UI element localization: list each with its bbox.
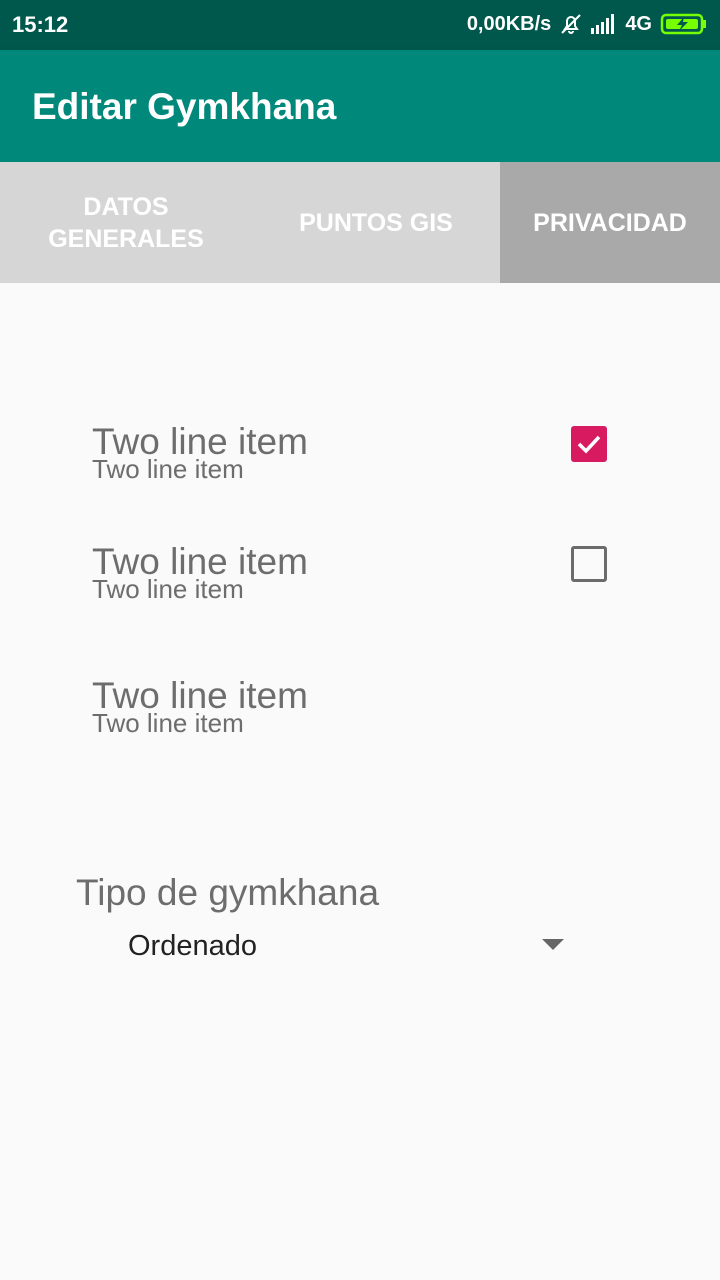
bell-off-icon (559, 12, 583, 36)
tab-datos-generales[interactable]: DATOS GENERALES (0, 162, 252, 283)
status-bar: 15:12 0,00KB/s 4G (0, 0, 720, 50)
tab-bar: DATOS GENERALES PUNTOS GIS PRIVACIDAD (0, 162, 720, 283)
tab-puntos-gis[interactable]: PUNTOS GIS (252, 162, 500, 283)
checkmark-icon (577, 435, 601, 454)
gymkhana-type-dropdown[interactable]: Ordenado (128, 926, 568, 966)
status-time: 15:12 (12, 12, 69, 37)
list-item[interactable]: Two line item Two line item (92, 542, 652, 604)
dropdown-selected-value: Ordenado (128, 930, 257, 962)
tab-label: PUNTOS GIS (299, 208, 453, 237)
tab-label: DATOS GENERALES (48, 192, 204, 253)
dropdown-arrow-icon (542, 939, 564, 950)
gymkhana-type-label: Tipo de gymkhana (76, 872, 380, 913)
page-title: Editar Gymkhana (32, 86, 337, 127)
tab-label: PRIVACIDAD (533, 208, 687, 237)
item-secondary-text: Two line item (92, 708, 244, 738)
privacy-checkbox-2[interactable] (571, 546, 607, 582)
network-speed: 0,00KB/s (466, 12, 552, 35)
battery-charging-icon (660, 13, 708, 35)
list-item[interactable]: Two line item Two line item (92, 676, 652, 738)
tab-privacidad[interactable]: PRIVACIDAD (500, 162, 720, 283)
status-icons: 0,00KB/s 4G (467, 12, 708, 36)
signal-icon (591, 14, 617, 34)
app-bar: Editar Gymkhana (0, 50, 720, 162)
item-secondary-text: Two line item (92, 454, 244, 484)
network-type: 4G (625, 12, 652, 35)
item-secondary-text: Two line item (92, 574, 244, 604)
privacy-checkbox-1[interactable] (571, 426, 607, 462)
list-item[interactable]: Two line item Two line item (92, 422, 652, 484)
